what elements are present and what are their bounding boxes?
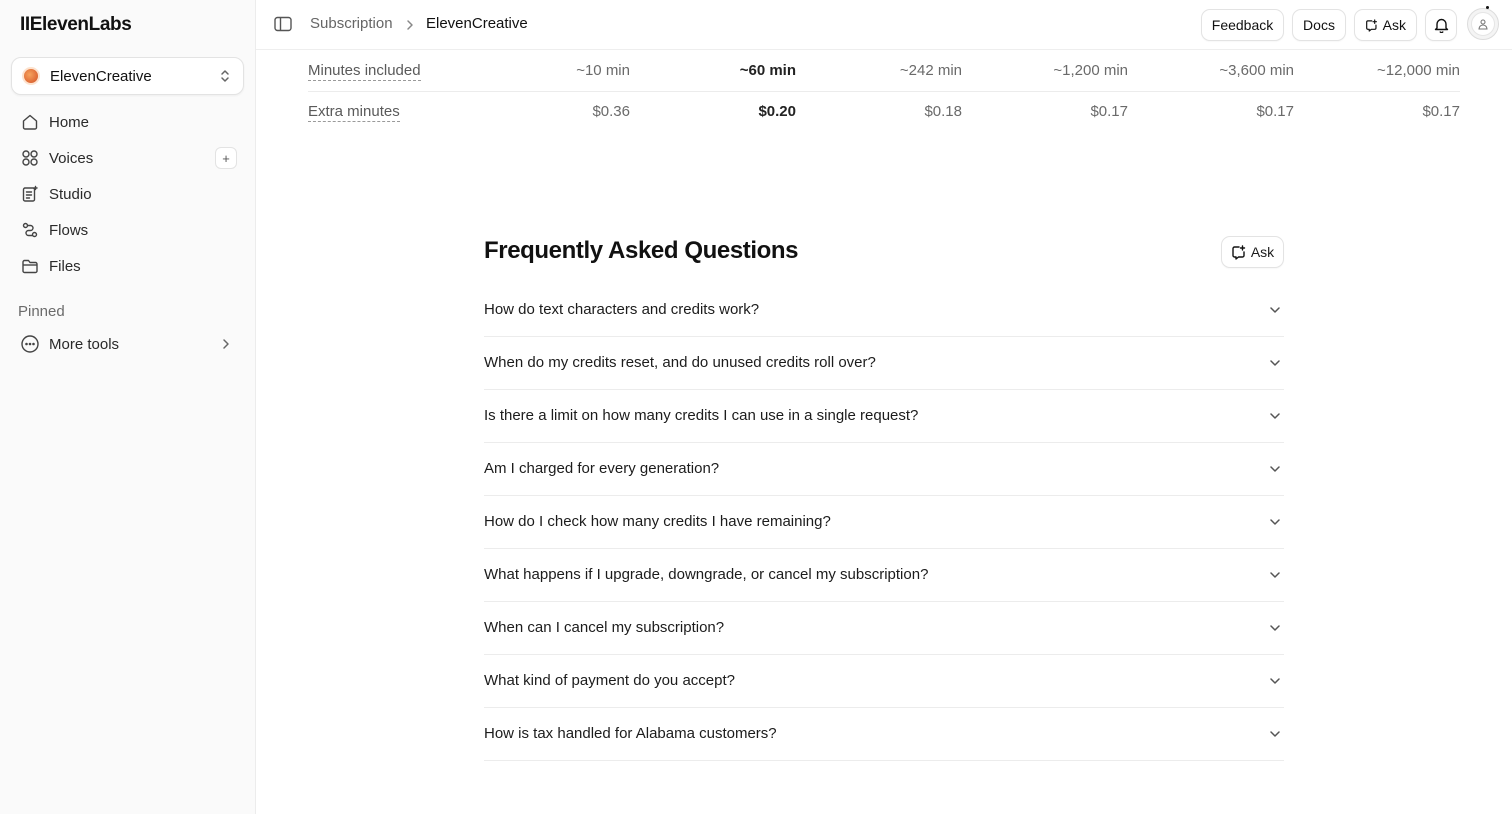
add-voice-button[interactable]: +	[215, 147, 237, 169]
faq-question: When do my credits reset, and do unused …	[484, 354, 876, 371]
table-cell: $0.17	[1090, 103, 1128, 120]
ask-button[interactable]: Ask	[1354, 9, 1417, 41]
faq-question: When can I cancel my subscription?	[484, 619, 725, 636]
chat-plus-icon	[1232, 244, 1246, 260]
docs-button[interactable]: Docs	[1292, 9, 1346, 41]
table-cell: $0.18	[924, 103, 962, 120]
table-cell: $0.17	[1422, 103, 1460, 120]
feedback-button[interactable]: Feedback	[1201, 9, 1284, 41]
sidebar-item-studio[interactable]: Studio	[11, 176, 244, 212]
chevron-down-icon	[1270, 731, 1280, 737]
chevron-up-down-icon	[221, 70, 229, 82]
chevron-down-icon	[1270, 625, 1280, 631]
chevron-down-icon	[1270, 678, 1280, 684]
table-cell: ~12,000 min	[1377, 62, 1460, 79]
faq-item[interactable]: Am I charged for every generation?	[484, 443, 1284, 496]
table-cell: ~242 min	[899, 62, 962, 79]
sidebar-item-more-tools[interactable]: More tools	[11, 326, 244, 362]
breadcrumb-subscription[interactable]: Subscription	[310, 15, 393, 32]
notification-dot	[1486, 6, 1489, 9]
sidebar-item-label: More tools	[49, 335, 120, 353]
table-cell: $0.36	[592, 103, 630, 120]
workspace-avatar	[22, 67, 40, 85]
top-bar: Subscription ElevenCreative Feedback Doc…	[256, 0, 1512, 50]
sidebar-item-label: Flows	[49, 221, 89, 239]
table-cell: ~10 min	[576, 62, 630, 79]
faq-title: Frequently Asked Questions	[484, 237, 799, 264]
faq-item[interactable]: Is there a limit on how many credits I c…	[484, 390, 1284, 443]
faq-question: What happens if I upgrade, downgrade, or…	[484, 566, 929, 583]
workspace-switcher[interactable]: ElevenCreative	[11, 57, 244, 95]
faq-list: How do text characters and credits work?…	[484, 284, 1284, 761]
faq-question: How do text characters and credits work?	[484, 301, 760, 318]
faq-item[interactable]: When do my credits reset, and do unused …	[484, 337, 1284, 390]
faq-ask-button[interactable]: Ask	[1221, 236, 1284, 268]
sidebar-item-label: Studio	[49, 185, 92, 203]
sidebar-item-label: Home	[49, 113, 90, 131]
voices-icon	[20, 148, 40, 168]
sidebar-item-label: Voices	[49, 149, 94, 167]
flows-icon	[20, 220, 40, 240]
table-cell: $0.17	[1256, 103, 1294, 120]
faq-question: Am I charged for every generation?	[484, 460, 720, 477]
chat-plus-icon	[1366, 18, 1377, 32]
elevenlabs-logo[interactable]: IIElevenLabs	[20, 14, 132, 36]
row-label[interactable]: Extra minutes	[308, 103, 400, 122]
sidebar-item-label: Files	[49, 257, 81, 275]
sidebar-item-home[interactable]: Home	[11, 104, 244, 140]
pinned-section-label: Pinned	[18, 303, 65, 320]
faq-item[interactable]: What happens if I upgrade, downgrade, or…	[484, 549, 1284, 602]
table-cell: ~1,200 min	[1053, 62, 1128, 79]
pricing-row-extra-minutes: Extra minutes $0.36 $0.20 $0.18 $0.17 $0…	[308, 92, 1460, 133]
sidebar-item-flows[interactable]: Flows	[11, 212, 244, 248]
faq-question: Is there a limit on how many credits I c…	[484, 407, 919, 424]
user-avatar[interactable]	[1467, 8, 1499, 40]
bell-icon	[1434, 18, 1448, 33]
faq-question: What kind of payment do you accept?	[484, 672, 735, 689]
breadcrumb-current: ElevenCreative	[426, 15, 528, 32]
chevron-down-icon	[1270, 519, 1280, 525]
chevron-down-icon	[1270, 413, 1280, 419]
chevron-down-icon	[1270, 572, 1280, 578]
files-icon	[20, 256, 40, 276]
faq-item[interactable]: When can I cancel my subscription?	[484, 602, 1284, 655]
ask-button-label: Ask	[1382, 17, 1406, 33]
notifications-button[interactable]	[1425, 9, 1457, 41]
faq-item[interactable]: How is tax handled for Alabama customers…	[484, 708, 1284, 761]
faq-item[interactable]: How do text characters and credits work?	[484, 284, 1284, 337]
chevron-right-icon	[223, 339, 229, 349]
chevron-down-icon	[1270, 307, 1280, 313]
sidebar-toggle-icon[interactable]	[274, 16, 292, 32]
faq-item[interactable]: What kind of payment do you accept?	[484, 655, 1284, 708]
chevron-down-icon	[1270, 466, 1280, 472]
table-cell: ~60 min	[739, 62, 796, 79]
faq-question: How do I check how many credits I have r…	[484, 513, 831, 530]
user-icon	[1471, 12, 1495, 36]
table-cell: ~3,600 min	[1219, 62, 1294, 79]
chevron-down-icon	[1270, 360, 1280, 366]
pricing-row-minutes-included: Minutes included ~10 min ~60 min ~242 mi…	[308, 51, 1460, 92]
home-icon	[20, 112, 40, 132]
faq-ask-label: Ask	[1250, 244, 1275, 260]
studio-icon	[20, 184, 40, 204]
table-cell: $0.20	[758, 103, 796, 120]
faq-item[interactable]: How do I check how many credits I have r…	[484, 496, 1284, 549]
sidebar-nav: Home Voices + Studio Flows Files	[11, 104, 244, 284]
faq-question: How is tax handled for Alabama customers…	[484, 725, 777, 742]
more-horizontal-circle-icon	[20, 334, 40, 354]
sidebar-item-voices[interactable]: Voices +	[11, 140, 244, 176]
chevron-right-icon	[407, 20, 413, 30]
sidebar-item-files[interactable]: Files	[11, 248, 244, 284]
workspace-name: ElevenCreative	[50, 67, 152, 85]
sidebar: IIElevenLabs ElevenCreative Home Voices …	[0, 0, 256, 814]
row-label[interactable]: Minutes included	[308, 62, 421, 81]
